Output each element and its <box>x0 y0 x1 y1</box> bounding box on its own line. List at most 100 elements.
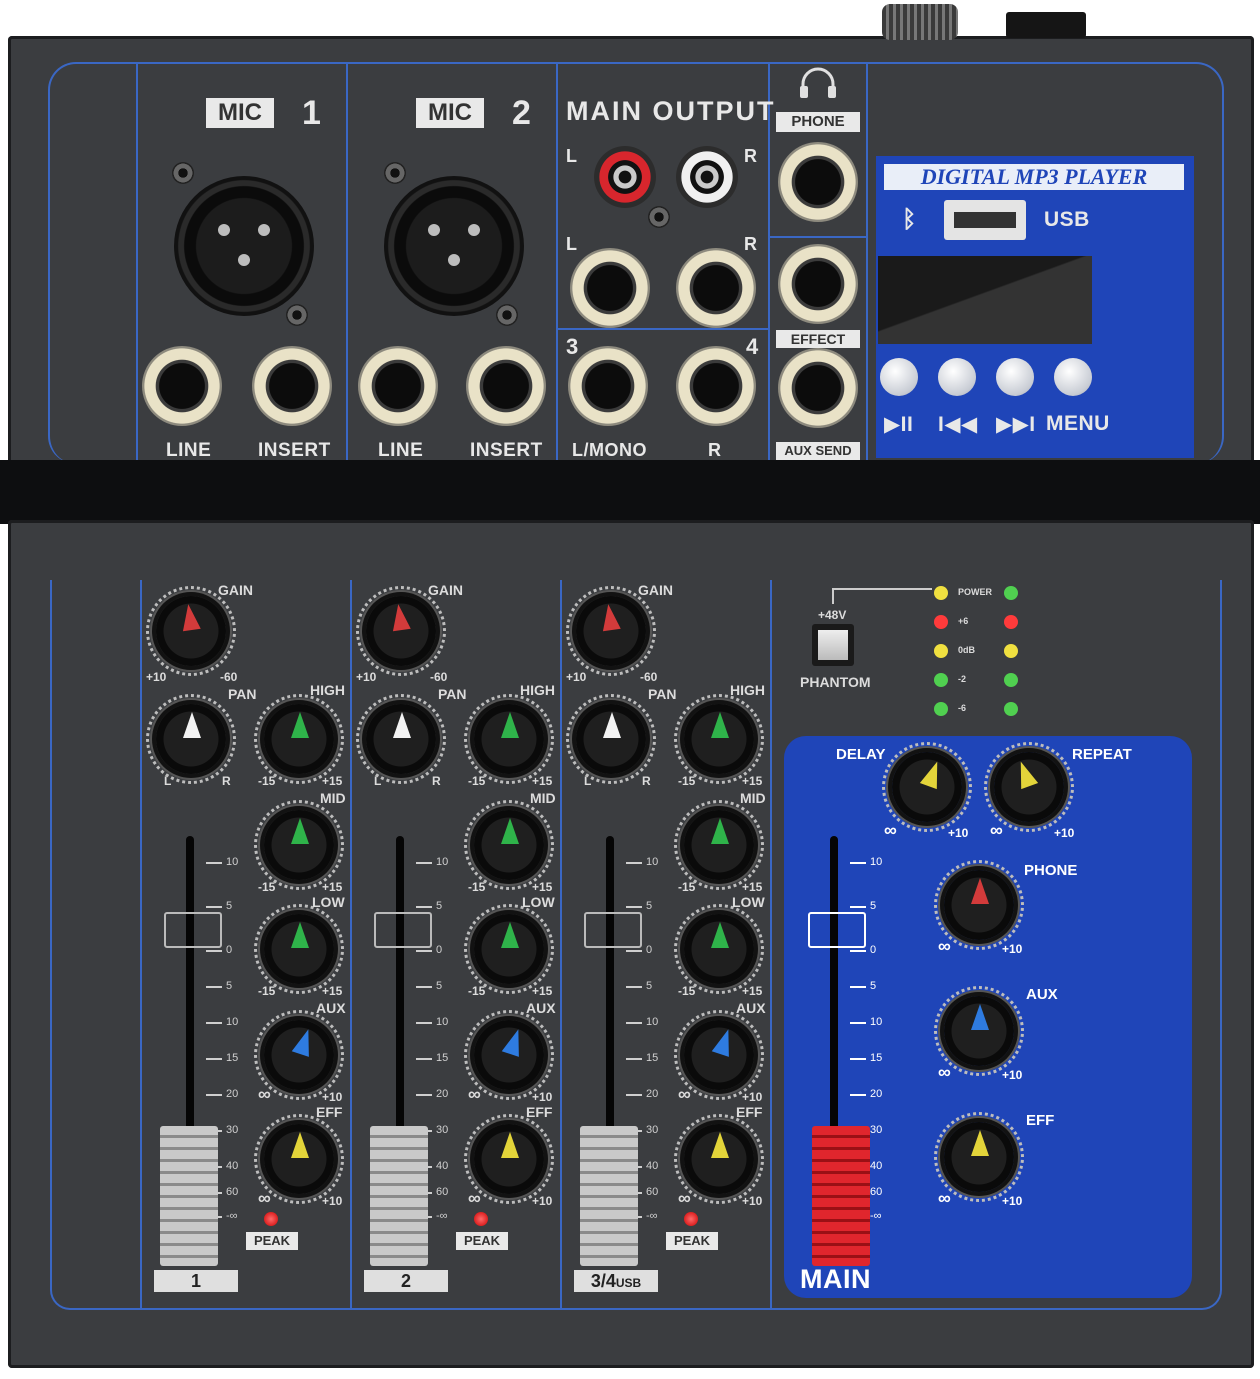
ch3-high-label: HIGH <box>730 682 765 698</box>
bluetooth-icon: ᛒ <box>902 206 917 233</box>
ch1-low-knob[interactable] <box>254 904 344 994</box>
ch1-fader-scale-label: 5 <box>226 980 233 992</box>
lmono-jack[interactable] <box>568 346 648 426</box>
phantom-button[interactable] <box>812 624 854 666</box>
main-left-jack[interactable] <box>570 248 650 328</box>
main-right-jack[interactable] <box>676 248 756 328</box>
ch2-gain-knob[interactable] <box>356 586 446 676</box>
insert2-jack[interactable] <box>466 346 546 426</box>
fader-tick <box>850 1022 866 1024</box>
fader-tick <box>850 862 866 864</box>
fader-tick <box>416 1022 432 1024</box>
ch3-gain-knob[interactable] <box>566 586 656 676</box>
main-fader-cap[interactable] <box>812 1126 870 1266</box>
ch1-peak-led <box>264 1212 278 1226</box>
ch3-high-knob[interactable] <box>674 694 764 784</box>
play-pause-button[interactable] <box>880 358 918 396</box>
ch3-name: 3/4USB <box>574 1270 658 1292</box>
prev-label: I◀◀ <box>938 413 978 436</box>
ch2-eff-knob[interactable] <box>464 1114 554 1204</box>
prev-button[interactable] <box>938 358 976 396</box>
ch1-gain-knob[interactable] <box>146 586 236 676</box>
ch1-gain-max: -60 <box>220 670 238 684</box>
eff-master-label: EFF <box>1026 1112 1055 1129</box>
fader-tick <box>416 862 432 864</box>
ch2-fader-scale-label: 0 <box>436 944 443 956</box>
fader-tick <box>626 1022 642 1024</box>
knob-pointer <box>291 712 309 738</box>
ch3-fader-cap[interactable] <box>580 1126 638 1266</box>
ch2-low-knob[interactable] <box>464 904 554 994</box>
fader-tick <box>850 1058 866 1060</box>
ch1-low-label: LOW <box>312 894 345 910</box>
fader-tick <box>850 1094 866 1096</box>
screw-icon <box>648 206 670 228</box>
rca-right-output[interactable] <box>676 146 738 208</box>
fader-tick <box>416 1058 432 1060</box>
ch1-fader-scale-label: 40 <box>226 1160 239 1172</box>
fader-marker <box>584 912 642 948</box>
repeat-knob[interactable] <box>984 742 1074 832</box>
ch3-low-knob[interactable] <box>674 904 764 994</box>
ch3-fader-scale-label: 5 <box>646 980 653 992</box>
main-fader-scale-label: 0 <box>870 944 877 956</box>
phone-level-knob[interactable] <box>934 860 1024 950</box>
ch3-peak-label: PEAK <box>666 1232 718 1250</box>
ch2-aux-knob[interactable] <box>464 1010 554 1100</box>
divider <box>770 580 772 1310</box>
usb-port[interactable] <box>944 200 1026 240</box>
ch3-aux-label: AUX <box>736 1000 766 1016</box>
phantom-voltage: +48V <box>818 608 847 622</box>
phantom-line <box>832 588 834 604</box>
ch2-high-knob[interactable] <box>464 694 554 784</box>
mp3-title: DIGITAL MP3 PLAYER <box>884 164 1184 190</box>
delay-knob[interactable] <box>882 742 972 832</box>
mic1-number: 1 <box>302 94 322 132</box>
ch3-eff-min: ∞ <box>678 1188 691 1208</box>
repeat-min: ∞ <box>990 820 1003 840</box>
ch3-pan-knob[interactable] <box>566 694 656 784</box>
next-button[interactable] <box>996 358 1034 396</box>
mic2-xlr-input[interactable] <box>384 176 524 316</box>
rca-left-output[interactable] <box>594 146 656 208</box>
ch3-eff-knob[interactable] <box>674 1114 764 1204</box>
ch3-high-max: +15 <box>742 774 763 788</box>
effect-jack[interactable] <box>778 244 858 324</box>
ch2-pan-knob[interactable] <box>356 694 446 784</box>
ch1-mid-knob[interactable] <box>254 800 344 890</box>
knob-pointer <box>393 712 411 738</box>
ch1-eff-knob[interactable] <box>254 1114 344 1204</box>
eff-master-knob[interactable] <box>934 1112 1024 1202</box>
ch2-mid-knob[interactable] <box>464 800 554 890</box>
line2-jack[interactable] <box>358 346 438 426</box>
aux-master-knob[interactable] <box>934 986 1024 1076</box>
ch1-fader-cap[interactable] <box>160 1126 218 1266</box>
power-switch[interactable] <box>1006 12 1086 38</box>
fader-tick <box>850 950 866 952</box>
ch1-pan-knob[interactable] <box>146 694 236 784</box>
ch1-low-max: +15 <box>322 984 343 998</box>
phone-jack[interactable] <box>778 142 858 222</box>
ch2-low-max: +15 <box>532 984 553 998</box>
mic1-xlr-input[interactable] <box>174 176 314 316</box>
aux-send-jack[interactable] <box>778 348 858 428</box>
fader-tick <box>416 1094 432 1096</box>
ch1-aux-knob[interactable] <box>254 1010 344 1100</box>
ch2-aux-label: AUX <box>526 1000 556 1016</box>
ch3-mid-knob[interactable] <box>674 800 764 890</box>
fader-tick <box>626 906 642 908</box>
knob-pointer <box>389 603 411 632</box>
insert2-label: INSERT <box>470 440 543 461</box>
ch1-aux-label: AUX <box>316 1000 346 1016</box>
ch2-fader-cap[interactable] <box>370 1126 428 1266</box>
line1-jack[interactable] <box>142 346 222 426</box>
insert1-jack[interactable] <box>252 346 332 426</box>
main-fader-scale-label: 15 <box>870 1052 883 1064</box>
ch1-aux-min: ∞ <box>258 1084 271 1104</box>
ch1-high-knob[interactable] <box>254 694 344 784</box>
eff-master-min: ∞ <box>938 1188 951 1208</box>
r-jack[interactable] <box>676 346 756 426</box>
ch3-aux-knob[interactable] <box>674 1010 764 1100</box>
divider <box>866 64 868 460</box>
menu-button[interactable] <box>1054 358 1092 396</box>
